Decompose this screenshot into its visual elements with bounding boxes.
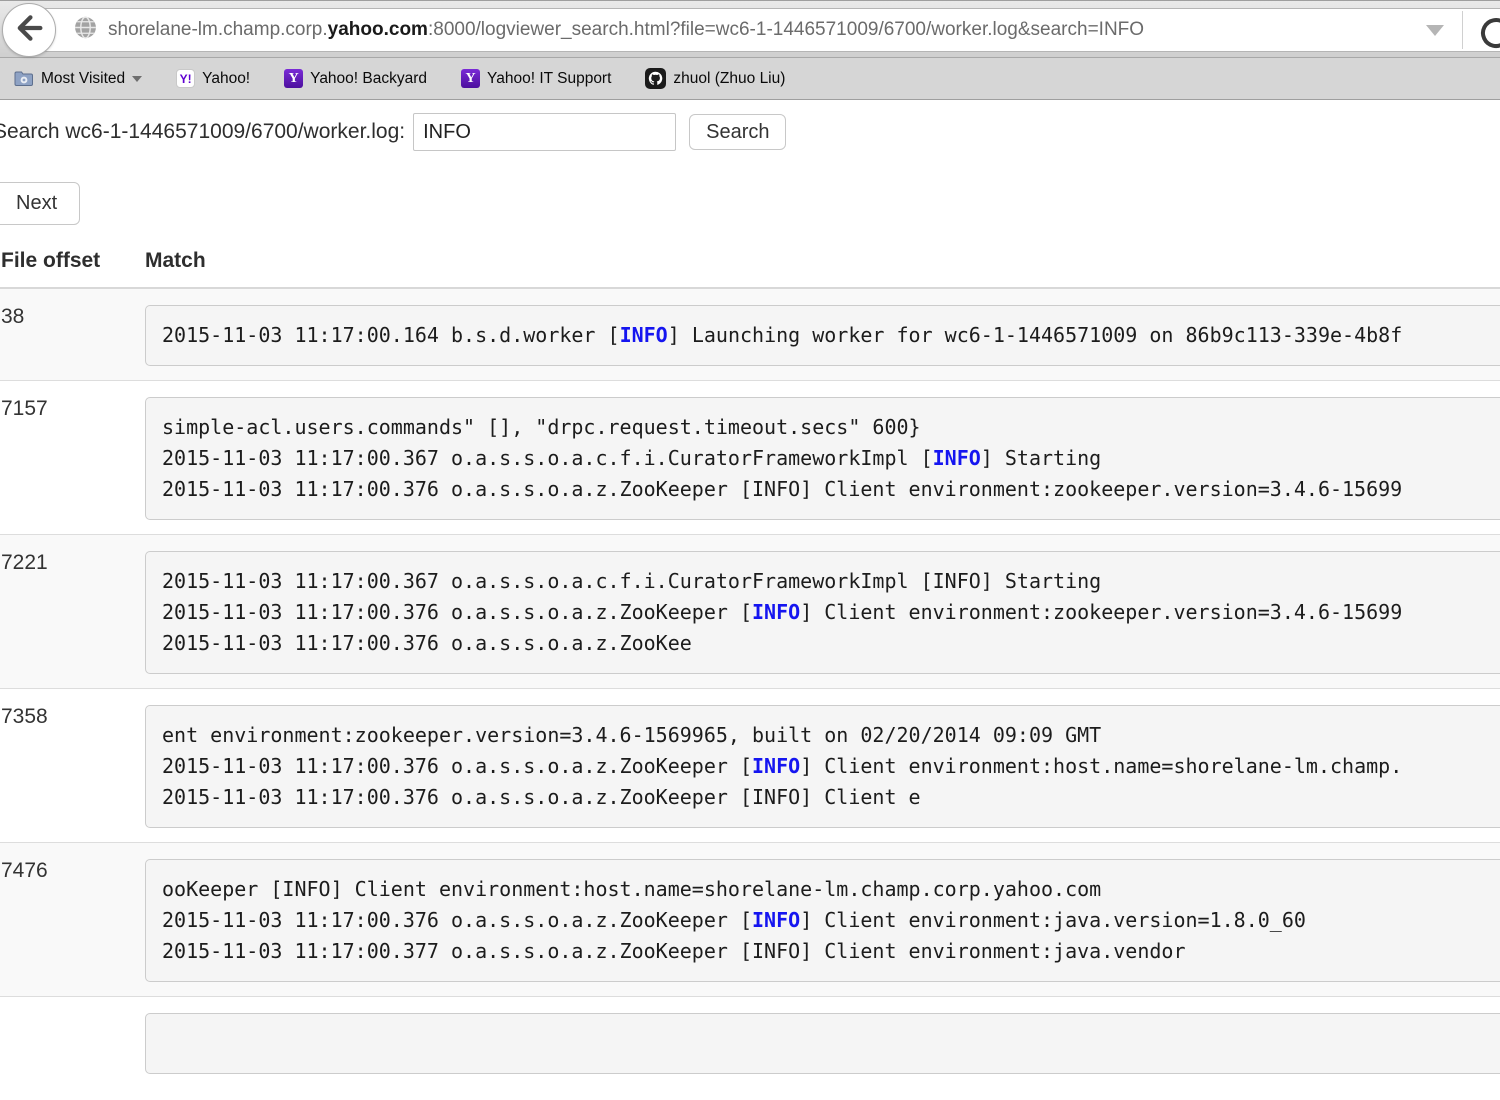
bookmark-most-visited[interactable]: Most Visited (14, 70, 142, 88)
file-offset-cell: 7476 (0, 843, 137, 997)
bookmark-yahoo[interactable]: Y! Yahoo! (176, 69, 250, 88)
match-cell: ent environment:zookeeper.version=3.4.6-… (137, 689, 1500, 843)
logviewer-page: Search wc6-1-1446571009/6700/worker.log:… (0, 100, 1500, 1088)
bookmark-label: zhuol (Zhuo Liu) (673, 70, 785, 88)
match-log-snippet: 2015-11-03 11:17:00.164 b.s.d.worker [IN… (145, 305, 1500, 366)
back-arrow-icon (12, 11, 46, 50)
file-offset-cell: 7221 (0, 535, 137, 689)
bookmark-label: Yahoo! Backyard (310, 70, 427, 88)
file-offset-header: File offset (0, 225, 137, 288)
table-row: 38 2015-11-03 11:17:00.164 b.s.d.worker … (0, 288, 1500, 381)
bookmarks-toolbar: Most Visited Y! Yahoo! Y Yahoo! Backyard… (0, 58, 1500, 100)
match-log-snippet (145, 1013, 1500, 1074)
match-log-snippet: simple-acl.users.commands" [], "drpc.req… (145, 397, 1500, 520)
file-offset-cell: 38 (0, 288, 137, 381)
table-row: 7221 2015-11-03 11:17:00.367 o.a.s.s.o.a… (0, 535, 1500, 689)
match-log-snippet: ooKeeper [INFO] Client environment:host.… (145, 859, 1500, 982)
file-offset-cell: 7157 (0, 381, 137, 535)
match-header: Match (137, 225, 1500, 288)
bookmark-yahoo-it-support[interactable]: Y Yahoo! IT Support (461, 69, 611, 88)
match-cell: 2015-11-03 11:17:00.367 o.a.s.s.o.a.c.f.… (137, 535, 1500, 689)
search-form: Search wc6-1-1446571009/6700/worker.log:… (0, 113, 1500, 151)
table-header: File offset Match (0, 225, 1500, 288)
search-input[interactable] (413, 113, 676, 151)
table-row: 7358 ent environment:zookeeper.version=3… (0, 689, 1500, 843)
match-cell: 2015-11-03 11:17:00.164 b.s.d.worker [IN… (137, 288, 1500, 381)
url-history-dropdown-icon[interactable] (1426, 25, 1444, 36)
github-icon (645, 68, 666, 89)
table-row: 7476 ooKeeper [INFO] Client environment:… (0, 843, 1500, 997)
file-offset-cell (0, 997, 137, 1089)
yahoo-bang-icon: Y! (176, 69, 195, 88)
table-row (0, 997, 1500, 1089)
browser-toolbar: shorelane-lm.champ.corp.yahoo.com:8000/l… (0, 0, 1500, 58)
match-log-snippet: 2015-11-03 11:17:00.367 o.a.s.s.o.a.c.f.… (145, 551, 1500, 674)
search-label: Search wc6-1-1446571009/6700/worker.log: (0, 120, 405, 144)
bookmark-github-zhuol[interactable]: zhuol (Zhuo Liu) (645, 68, 785, 89)
back-button[interactable] (2, 3, 56, 57)
yahoo-y-icon: Y (284, 69, 303, 88)
search-button[interactable]: Search (689, 114, 786, 150)
url-text[interactable]: shorelane-lm.champ.corp.yahoo.com:8000/l… (108, 19, 1426, 41)
match-cell: simple-acl.users.commands" [], "drpc.req… (137, 381, 1500, 535)
reload-button[interactable] (1463, 8, 1500, 52)
url-domain: yahoo.com (328, 19, 428, 40)
match-cell (137, 997, 1500, 1089)
next-button[interactable]: Next (0, 182, 80, 225)
search-results-table: File offset Match 38 2015-11-03 11:17:00… (0, 225, 1500, 1088)
bookmark-label: Most Visited (41, 70, 125, 88)
caret-down-icon (132, 76, 142, 82)
bookmark-label: Yahoo! IT Support (487, 70, 611, 88)
file-offset-cell: 7358 (0, 689, 137, 843)
log-table-body: 38 2015-11-03 11:17:00.164 b.s.d.worker … (0, 288, 1500, 1088)
match-cell: ooKeeper [INFO] Client environment:host.… (137, 843, 1500, 997)
bookmark-yahoo-backyard[interactable]: Y Yahoo! Backyard (284, 69, 427, 88)
url-bar[interactable]: shorelane-lm.champ.corp.yahoo.com:8000/l… (28, 8, 1500, 52)
folder-icon (14, 70, 34, 87)
globe-icon (73, 15, 98, 45)
yahoo-y-icon: Y (461, 69, 480, 88)
bookmark-label: Yahoo! (202, 70, 250, 88)
reload-icon (1475, 12, 1500, 54)
table-row: 7157 simple-acl.users.commands" [], "drp… (0, 381, 1500, 535)
match-log-snippet: ent environment:zookeeper.version=3.4.6-… (145, 705, 1500, 828)
